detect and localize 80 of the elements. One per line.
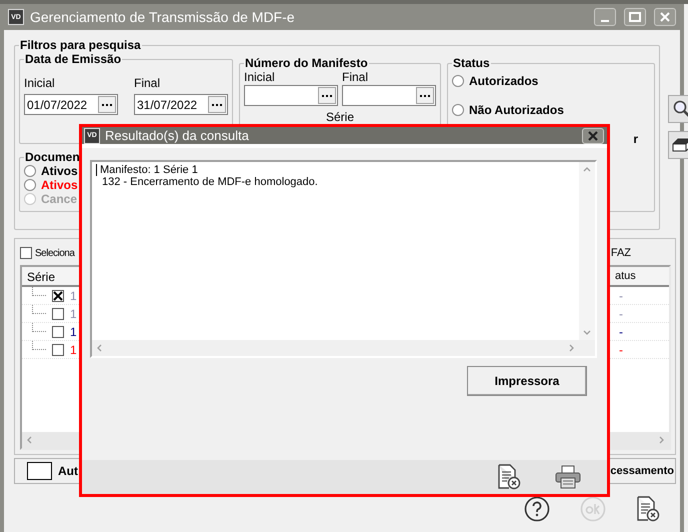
vertical-scrollbar[interactable] (579, 162, 595, 340)
table-cell: 1 (70, 288, 77, 302)
radio-label: Cance (41, 192, 78, 206)
result-line: 132 - Encerramento de MDF-e homologado. (101, 176, 319, 188)
table-cell: 1 (70, 342, 77, 356)
field-label: Série (326, 110, 354, 124)
panel-label: FAZ (610, 247, 631, 259)
cancel-button[interactable] (497, 464, 521, 490)
checkbox[interactable] (20, 247, 32, 259)
legend-label: cessamento (610, 465, 675, 477)
option-label: r (633, 132, 638, 146)
checkbox[interactable] (52, 326, 64, 338)
radio-button[interactable] (452, 75, 464, 87)
browse-button[interactable] (208, 96, 226, 113)
radio-button[interactable] (24, 193, 36, 205)
radio-button[interactable] (452, 104, 464, 116)
close-icon (660, 12, 670, 22)
document-cancel-icon (636, 496, 660, 522)
scroll-down-icon[interactable] (583, 328, 591, 336)
legend-label: Aut (58, 464, 78, 478)
group-title: Filtros para pesquisa (19, 38, 142, 52)
group-title: Documen (24, 150, 81, 164)
dialog-title: Resultado(s) da consulta (105, 128, 250, 143)
maximize-icon (629, 12, 641, 22)
radio-label: Ativos (41, 178, 78, 192)
field-label: Inicial (24, 76, 56, 90)
date-field[interactable]: 31/07/2022 (134, 94, 228, 115)
legend-swatch (27, 462, 52, 480)
ok-button[interactable] (580, 496, 606, 522)
clear-button[interactable] (668, 131, 688, 159)
checkbox[interactable] (52, 308, 64, 320)
browse-button[interactable] (318, 87, 336, 104)
result-line: Manifesto: 1 Série 1 (96, 164, 575, 176)
close-button[interactable] (582, 128, 604, 144)
eraser-icon (672, 138, 688, 152)
scroll-up-icon[interactable] (583, 166, 591, 174)
cancel-button[interactable] (636, 496, 660, 522)
checkbox[interactable] (52, 344, 64, 356)
table-cell-text: - (619, 288, 624, 302)
minimize-icon (601, 20, 609, 22)
date-field[interactable]: 01/07/2022 (24, 94, 118, 115)
radio-label: Autorizados (469, 74, 538, 88)
field-label: Final (342, 70, 370, 84)
search-icon (672, 99, 688, 119)
print-icon-button[interactable] (555, 465, 581, 489)
close-icon (588, 130, 598, 140)
number-field[interactable] (342, 85, 436, 106)
table-cell-text: - (619, 342, 624, 356)
column-header: atus (615, 269, 637, 284)
column-header: Série (26, 269, 56, 285)
scroll-left-icon[interactable] (96, 344, 104, 352)
browse-button[interactable] (416, 87, 434, 104)
maximize-button[interactable] (624, 8, 646, 26)
radio-label: Ativos (41, 164, 78, 178)
browse-button[interactable] (98, 96, 116, 113)
horizontal-scrollbar[interactable] (92, 340, 579, 356)
table-cell: 1 (70, 324, 77, 338)
number-field[interactable] (244, 85, 338, 106)
group-title: Número do Manifesto (244, 56, 369, 70)
field-label: Final (134, 76, 162, 90)
table-cell-text: - (619, 324, 624, 338)
radio-button[interactable] (24, 179, 36, 191)
printer-icon (555, 465, 581, 489)
scroll-right-icon[interactable] (567, 344, 575, 352)
radio-label: Não Autorizados (469, 103, 564, 117)
radio-button[interactable] (24, 165, 36, 177)
table-cell: 1 (70, 306, 77, 320)
search-button[interactable] (668, 95, 688, 123)
help-button[interactable] (524, 496, 550, 522)
result-text-area[interactable]: Manifesto: 1 Série 1 132 - Encerramento de MDF-e homologado. (90, 160, 597, 358)
minimize-button[interactable] (594, 8, 616, 26)
window-title: Gerenciamento de Transmissão de MDF-e (30, 9, 296, 25)
group-title: Status (452, 56, 491, 70)
checkbox-label: Seleciona (35, 248, 74, 258)
table-cell-text: - (619, 306, 624, 320)
group-title: Data de Emissão (24, 52, 122, 66)
print-button[interactable]: Impressora (467, 366, 587, 396)
checkbox[interactable] (52, 290, 64, 302)
document-cancel-icon (497, 464, 521, 490)
field-label: Inicial (244, 70, 276, 84)
